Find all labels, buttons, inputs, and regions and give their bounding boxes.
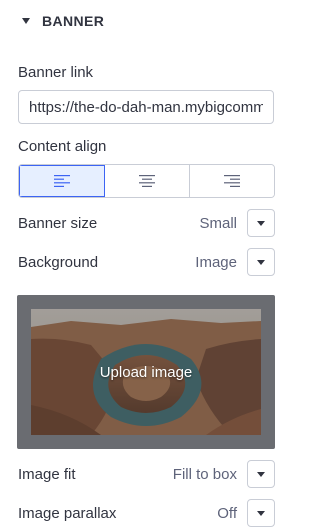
- image-fit-label: Image fit: [18, 465, 76, 483]
- content-align-group: [18, 164, 275, 198]
- banner-size-label: Banner size: [18, 214, 98, 232]
- banner-link-label: Banner link: [18, 64, 94, 81]
- section-title: BANNER: [42, 13, 105, 29]
- background-dropdown-button[interactable]: [247, 248, 275, 276]
- align-center-button[interactable]: [105, 165, 190, 197]
- image-fit-value[interactable]: Fill to box: [173, 466, 237, 483]
- chevron-down-icon: [257, 220, 265, 226]
- image-parallax-value[interactable]: Off: [217, 505, 237, 522]
- chevron-down-icon: [257, 471, 265, 477]
- background-value[interactable]: Image: [195, 254, 237, 271]
- background-label: Background: [18, 253, 99, 271]
- image-fit-row: Image fit Fill to box: [18, 460, 275, 488]
- image-parallax-row: Image parallax Off: [18, 499, 275, 527]
- align-left-button[interactable]: [19, 165, 105, 197]
- align-right-icon: [224, 175, 240, 187]
- banner-link-input[interactable]: [18, 90, 274, 124]
- chevron-down-icon: [257, 510, 265, 516]
- image-parallax-dropdown-button[interactable]: [247, 499, 275, 527]
- banner-size-dropdown-button[interactable]: [247, 209, 275, 237]
- banner-size-value[interactable]: Small: [199, 215, 237, 232]
- banner-section-header[interactable]: BANNER: [22, 11, 104, 31]
- image-parallax-label: Image parallax: [18, 504, 117, 522]
- image-upload-area[interactable]: Upload image: [17, 295, 275, 449]
- banner-size-row: Banner size Small: [18, 209, 275, 237]
- upload-image-label[interactable]: Upload image: [17, 295, 275, 449]
- background-row: Background Image: [18, 248, 275, 276]
- image-fit-dropdown-button[interactable]: [247, 460, 275, 488]
- align-right-button[interactable]: [190, 165, 274, 197]
- align-center-icon: [139, 175, 155, 187]
- content-align-label: Content align: [18, 138, 107, 155]
- align-left-icon: [54, 175, 70, 187]
- collapse-caret-icon[interactable]: [22, 18, 30, 24]
- chevron-down-icon: [257, 259, 265, 265]
